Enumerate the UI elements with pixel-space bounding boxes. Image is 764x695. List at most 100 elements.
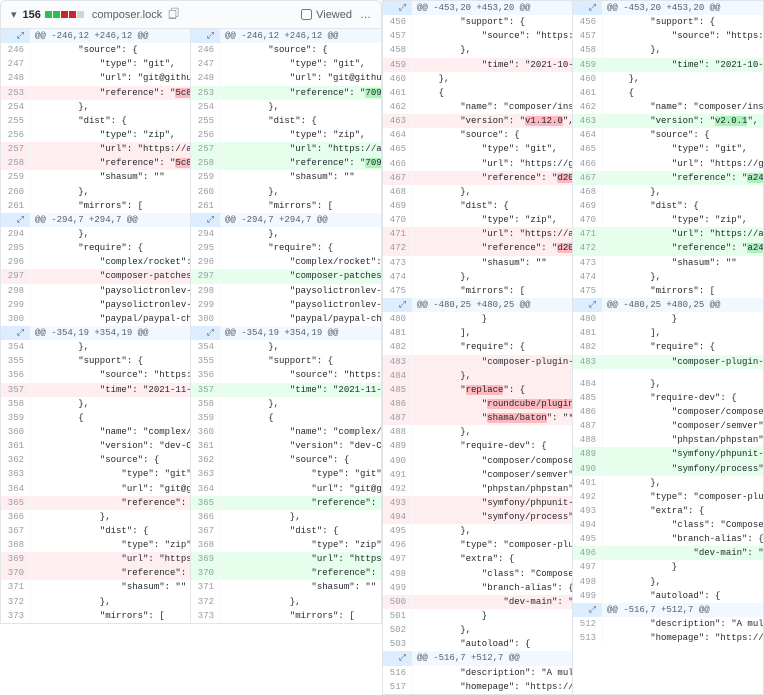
diff-line[interactable]: 248 "url": "git@github.com:complex-gmbh/… [191,71,381,85]
diff-line[interactable]: 257 "url": "https://api.github.com/repos… [1,142,190,156]
expand-icon[interactable]: ⤢ [399,3,406,13]
diff-line[interactable]: 486 "roundcube/plugin-installer": "*", [383,397,572,411]
diff-line[interactable]: 355 "support": { [191,354,381,368]
diff-line[interactable]: 468 }, [383,185,572,199]
diff-line[interactable]: 474 }, [383,270,572,284]
expand-icon[interactable]: ⤢ [589,3,596,13]
diff-line[interactable]: 261 "mirrors": [ [1,199,190,213]
diff-line[interactable]: 299 "paysolictronlev-detect": "1.2", [191,298,381,312]
diff-line[interactable]: 369 "url": "https://api.github.com/repos… [1,552,190,566]
diff-line[interactable]: 366 }, [191,510,381,524]
hunk-header[interactable]: ⤢@@ -354,19 +354,19 @@ [191,326,381,340]
diff-line[interactable]: 470 "type": "zip", [383,213,572,227]
diff-line[interactable]: 354 }, [191,340,381,354]
diff-line[interactable]: 458 }, [573,43,763,57]
diff-line[interactable]: 471 "url": "https://api.github.com/repos… [573,227,763,241]
diff-line[interactable]: 512 "description": "A multi-framework Co… [573,617,763,631]
chevron-down-icon[interactable]: ▾ [11,8,17,21]
diff-line[interactable]: 260 }, [191,185,381,199]
diff-line[interactable]: 465 "type": "git", [573,142,763,156]
diff-line[interactable]: 489 "require-dev": { [383,439,572,453]
diff-line[interactable]: 371 "shasum": "" [191,580,381,594]
diff-line[interactable]: 356 "source": "https://github.com/comple… [191,368,381,382]
diff-line[interactable]: 365 "reference": "d45b2c1f0a3e9b7c6d5e4f… [1,496,190,510]
diff-line[interactable]: 484 }, [573,377,763,391]
diff-line[interactable]: 517 "homepage": "https://composer.github… [383,680,572,694]
diff-line[interactable]: 259 "shasum": "" [1,170,190,184]
diff-line[interactable]: 490 "composer/composer": "1.6.* || ^2.0"… [383,454,572,468]
diff-line[interactable]: 494 "class": "Composer\\Installers\\Plug… [573,518,763,532]
diff-line[interactable]: 460 }, [383,72,572,86]
diff-line[interactable]: 362 "source": { [1,453,190,467]
diff-line[interactable]: 500 "dev-main": "1.x-dev" [383,595,572,609]
diff-line[interactable]: 256 "type": "zip", [191,128,381,142]
diff-line[interactable]: 485 "require-dev": { [573,391,763,405]
copy-icon[interactable] [168,7,180,22]
diff-line[interactable]: 460 }, [573,72,763,86]
diff-line[interactable]: 467 "reference": "a241e78aaec3da6de5a84f… [573,171,763,185]
diff-line[interactable]: 490 "symfony/process": "^5" [573,462,763,476]
expand-icon[interactable]: ⤢ [399,300,406,310]
diff-line[interactable]: 503 "autoload": { [383,637,572,651]
diff-line[interactable]: 471 "url": "https://api.github.com/repos… [383,227,572,241]
diff-line[interactable]: 254 }, [191,100,381,114]
diff-line[interactable]: 257 "url": "https://api.github.com/repos… [191,142,381,156]
diff-line[interactable]: 359 { [191,411,381,425]
diff-line[interactable]: 463 "version": "v1.12.0", [383,114,572,128]
diff-line[interactable]: 461 { [573,86,763,100]
diff-line[interactable]: 294 }, [1,227,190,241]
diff-line[interactable]: 253 "reference": "70978c53c6fc8ac1a0f149… [191,86,381,100]
diff-line[interactable]: 493 "extra": { [573,504,763,518]
diff-line[interactable]: 296 "complex/rocket": "dev-CLA0_20200421… [1,255,190,269]
diff-line[interactable]: 457 "source": "https://github.com/comple… [573,29,763,43]
diff-line[interactable]: 498 "class": "Composer\\Installers\\Plug… [383,567,572,581]
diff-line[interactable]: 482 "require": { [383,340,572,354]
diff-line[interactable]: 469 "dist": { [383,199,572,213]
diff-line[interactable]: 360 "name": "complex/rocket", [191,425,381,439]
diff-line[interactable]: 298 "paysolictronlev-patches": "1.2", [1,284,190,298]
diff-line[interactable]: 496 "dev-main": "2.x-dev" [573,546,763,560]
diff-line[interactable]: 488 "phpstan/phpstan": "^0.12.55", [573,433,763,447]
diff-line[interactable]: 367 "dist": { [191,524,381,538]
diff-line[interactable]: 501 } [383,609,572,623]
diff-line[interactable]: 457 "source": "https://github.com/comple… [383,29,572,43]
hunk-header[interactable]: ⤢@@ -480,25 +480,25 @@ [573,298,763,312]
diff-line[interactable]: 358 }, [1,397,190,411]
diff-line[interactable]: 487 "composer/semver": "^1 || ^3", [573,419,763,433]
diff-line[interactable]: 371 "shasum": "" [1,580,190,594]
diff-line[interactable]: 470 "type": "zip", [573,213,763,227]
viewed-checkbox-input[interactable] [301,9,312,20]
diff-line[interactable]: 370 "reference": "e56c3d2f1b4e0c8d7e6f5a… [191,566,381,580]
diff-line[interactable]: 481 ], [383,326,572,340]
hunk-header[interactable]: ⤢@@ -294,7 +294,7 @@ [1,213,190,227]
diff-line[interactable]: 294 }, [191,227,381,241]
diff-line[interactable]: 295 "require": { [191,241,381,255]
diff-line[interactable]: 475 "mirrors": [ [573,284,763,298]
diff-line[interactable]: 358 }, [191,397,381,411]
diff-line[interactable]: 474 }, [573,270,763,284]
diff-line[interactable]: 361 "version": "dev-CLA0_20200421_17S", [1,439,190,453]
expand-icon[interactable]: ⤢ [207,215,214,225]
diff-line[interactable]: 456 "support": { [383,15,572,29]
diff-line[interactable]: 300 "paypal/paypal-checkout-sdk": "1.0.2… [191,312,381,326]
hunk-header[interactable]: ⤢@@ -453,20 +453,20 @@ [383,1,572,15]
diff-line[interactable]: 357 "time": "2021-11-10T10:28:03+00:00" [191,383,381,397]
diff-line[interactable]: 365 "reference": "e56c3d2f1b4e0c8d7e6f5a… [191,496,381,510]
diff-line[interactable]: 247 "type": "git", [1,57,190,71]
diff-line[interactable]: 255 "dist": { [1,114,190,128]
diff-line[interactable]: 464 "source": { [573,128,763,142]
diff-line[interactable]: 472 "reference": "a241e78aaec3da6de5a84f… [573,241,763,255]
diff-line[interactable]: 372 }, [1,595,190,609]
diff-line[interactable]: 473 "shasum": "" [383,256,572,270]
kebab-menu-icon[interactable]: … [360,9,371,21]
diff-line[interactable]: 516 "description": "A multi-framework Co… [383,666,572,680]
diff-line[interactable]: 486 "composer/composer": "1.6.* || ^2.0"… [573,405,763,419]
diff-line[interactable]: 483 "composer-plugin-api": "^1.0 || ^2.0… [573,355,763,369]
expand-icon[interactable]: ⤢ [207,328,214,338]
expand-icon[interactable]: ⤢ [17,31,24,41]
expand-icon[interactable]: ⤢ [399,653,406,663]
diff-line[interactable]: 357 "time": "2021-11-09T08:34:56+00:00" [1,383,190,397]
diff-line[interactable]: 362 "source": { [191,453,381,467]
diff-line[interactable]: 246 "source": { [191,43,381,57]
diff-line[interactable]: 299 "paysolictronlev-detect": "1.2", [1,298,190,312]
